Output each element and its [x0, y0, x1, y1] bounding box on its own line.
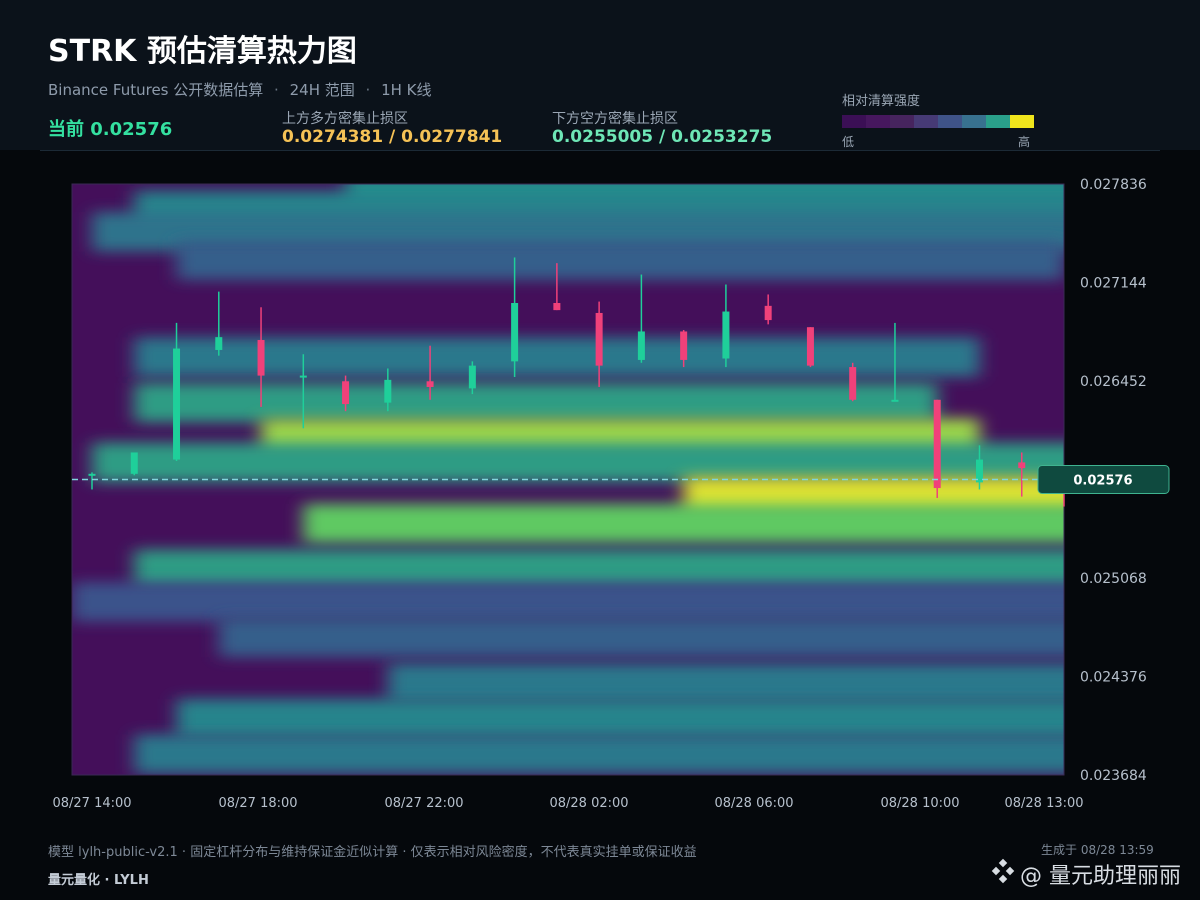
candle-body — [426, 381, 434, 387]
subtitle: Binance Futures 公开数据估算 · 24H 范围 · 1H K线 — [48, 79, 432, 100]
legend-swatch — [842, 115, 866, 128]
legend-high-label: 高 — [1018, 135, 1031, 149]
candle-body — [342, 381, 350, 405]
candle-body — [1018, 462, 1026, 469]
candle-body — [88, 473, 96, 476]
intensity-legend-bar — [842, 115, 1034, 128]
generated-time: 生成于 08/28 13:59 — [1041, 843, 1154, 857]
candle-body — [173, 348, 181, 460]
heatmap-band — [72, 582, 1064, 622]
legend-swatch — [986, 115, 1010, 128]
footer-note: 模型 lylh-public-v2.1 · 固定杠杆分布与维持保证金近似计算 ·… — [48, 845, 697, 860]
x-tick-label: 08/27 14:00 — [52, 796, 131, 811]
candle-body — [637, 331, 645, 360]
subtitle-interval: 1H K线 — [381, 81, 432, 99]
y-tick-label: 0.026452 — [1080, 374, 1147, 390]
x-tick-label: 08/28 10:00 — [880, 796, 959, 811]
watermark: @ 量元助理丽丽 — [990, 858, 1181, 890]
candle-body — [849, 367, 857, 400]
candle-body — [806, 327, 814, 366]
candle-body — [722, 311, 730, 359]
lower-zone-label: 下方空方密集止损区 — [552, 111, 678, 127]
candle-body — [468, 365, 476, 389]
heatmap-band — [303, 503, 1064, 544]
legend-title: 相对清算强度 — [842, 94, 921, 109]
footer-brand: 量元量化 · LYLH — [48, 873, 149, 888]
candle-body — [595, 312, 603, 366]
legend-swatch — [962, 115, 986, 128]
page-title: STRK 预估清算热力图 — [48, 34, 357, 69]
candle-body — [384, 379, 392, 403]
liquidation-heatmap-chart: 0.02576 0.027836 0.027144 0.026452 0.025068 0… — [52, 177, 1170, 811]
legend-swatch — [1010, 115, 1034, 128]
y-tick-label: 0.025068 — [1080, 571, 1147, 587]
candle-body — [553, 302, 561, 311]
x-tick-label: 08/27 22:00 — [384, 796, 463, 811]
y-tick-label: 0.024376 — [1080, 670, 1147, 686]
y-tick-label: 0.027144 — [1080, 276, 1147, 292]
x-tick-label: 08/27 18:00 — [218, 796, 297, 811]
upper-zone-label: 上方多方密集止损区 — [282, 111, 408, 127]
heatmap-band — [218, 617, 1064, 658]
upper-zone-value: 0.0274381 / 0.0277841 — [282, 127, 503, 147]
candle-body — [299, 375, 307, 378]
watermark-text: @ 量元助理丽丽 — [1020, 864, 1181, 889]
subtitle-separator: · — [274, 81, 279, 99]
candle-body — [511, 302, 519, 362]
legend-swatch — [866, 115, 890, 128]
candle-body — [891, 399, 899, 402]
heatmap-band — [176, 240, 1064, 280]
x-tick-label: 08/28 13:00 — [1004, 796, 1083, 811]
legend-low-label: 低 — [842, 135, 855, 149]
subtitle-range: 24H 范围 — [289, 81, 355, 99]
legend-swatch — [890, 115, 914, 128]
candle-body — [680, 331, 688, 360]
candle-body — [257, 340, 265, 376]
candle-body — [130, 452, 138, 474]
candle-body — [215, 337, 223, 350]
diamond-logo-icon — [990, 858, 1016, 890]
heatmap-band — [176, 698, 1064, 739]
candle-body — [764, 305, 772, 321]
header-divider — [40, 150, 1160, 151]
x-tick-label: 08/28 02:00 — [549, 796, 628, 811]
legend-swatch — [914, 115, 938, 128]
candle-body — [933, 399, 941, 489]
heatmap-band — [387, 663, 1064, 703]
y-tick-label: 0.023684 — [1080, 768, 1147, 784]
current-price: 当前 0.02576 — [48, 119, 173, 140]
x-tick-label: 08/28 06:00 — [714, 796, 793, 811]
subtitle-source: Binance Futures 公开数据估算 — [48, 81, 264, 99]
lower-zone-value: 0.0255005 / 0.0253275 — [552, 127, 773, 147]
legend-swatch — [938, 115, 962, 128]
y-tick-label: 0.027836 — [1080, 177, 1147, 193]
current-price-tag-label: 0.02576 — [1073, 474, 1132, 489]
heatmap-band — [134, 382, 938, 423]
heatmap-band — [134, 734, 1064, 774]
subtitle-separator: · — [365, 81, 371, 99]
